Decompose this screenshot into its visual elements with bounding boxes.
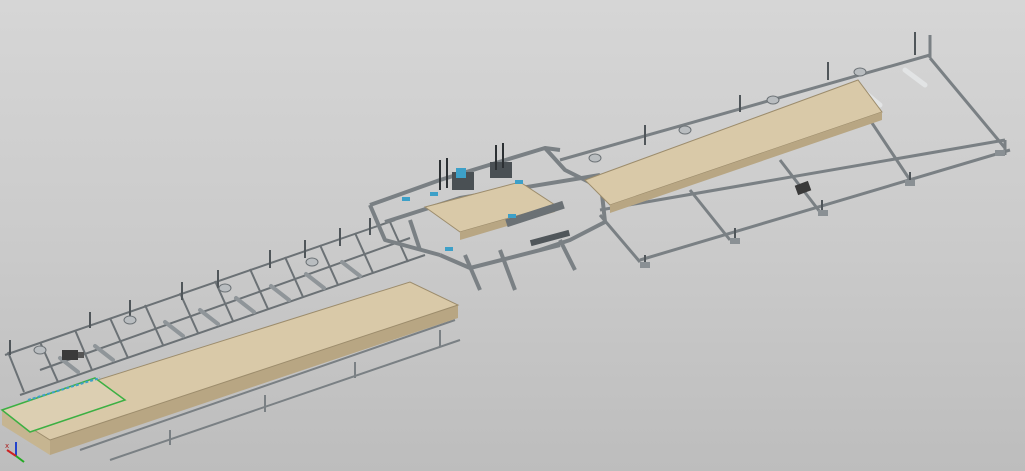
right-panel-board bbox=[584, 79, 883, 213]
left-motor-icon bbox=[62, 350, 84, 360]
coordinate-triad: x bbox=[2, 436, 32, 466]
triad-y-axis bbox=[15, 455, 25, 463]
assembly-model[interactable] bbox=[0, 0, 1025, 471]
triad-x-axis bbox=[6, 449, 17, 457]
cad-viewport[interactable]: x bbox=[0, 0, 1025, 471]
triad-x-label: x bbox=[5, 442, 10, 450]
